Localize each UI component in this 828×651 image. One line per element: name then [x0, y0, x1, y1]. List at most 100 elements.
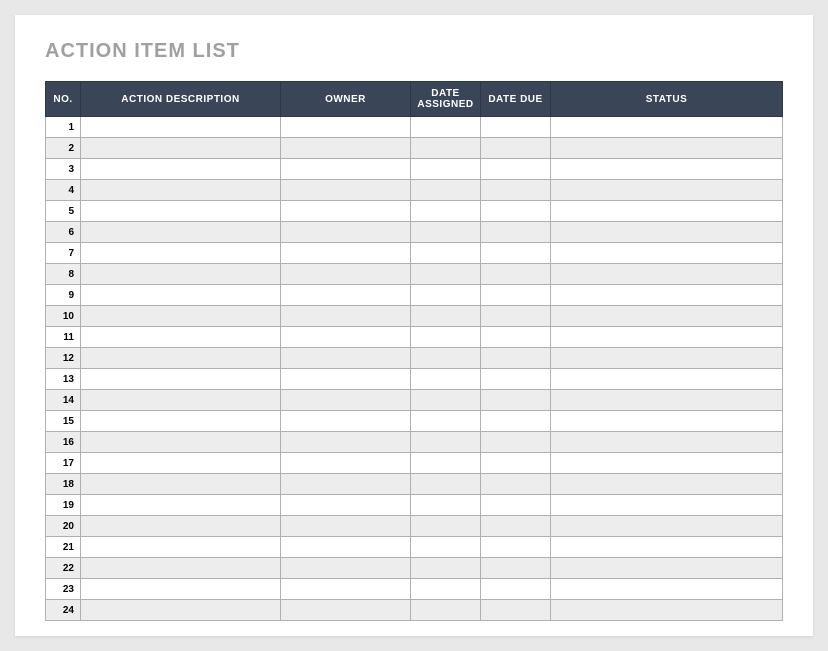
cell-assigned[interactable]: [411, 201, 481, 222]
cell-action[interactable]: [81, 348, 281, 369]
cell-action[interactable]: [81, 558, 281, 579]
cell-no[interactable]: 16: [46, 432, 81, 453]
cell-due[interactable]: [481, 474, 551, 495]
cell-due[interactable]: [481, 537, 551, 558]
cell-assigned[interactable]: [411, 579, 481, 600]
cell-no[interactable]: 4: [46, 180, 81, 201]
cell-owner[interactable]: [281, 390, 411, 411]
cell-assigned[interactable]: [411, 180, 481, 201]
cell-no[interactable]: 23: [46, 579, 81, 600]
cell-due[interactable]: [481, 285, 551, 306]
cell-no[interactable]: 18: [46, 474, 81, 495]
cell-status[interactable]: [551, 243, 783, 264]
cell-owner[interactable]: [281, 201, 411, 222]
cell-no[interactable]: 22: [46, 558, 81, 579]
cell-due[interactable]: [481, 180, 551, 201]
cell-due[interactable]: [481, 306, 551, 327]
cell-assigned[interactable]: [411, 327, 481, 348]
cell-due[interactable]: [481, 348, 551, 369]
cell-due[interactable]: [481, 327, 551, 348]
cell-assigned[interactable]: [411, 138, 481, 159]
cell-owner[interactable]: [281, 411, 411, 432]
cell-no[interactable]: 24: [46, 600, 81, 621]
cell-action[interactable]: [81, 264, 281, 285]
cell-status[interactable]: [551, 369, 783, 390]
cell-status[interactable]: [551, 432, 783, 453]
cell-owner[interactable]: [281, 327, 411, 348]
cell-owner[interactable]: [281, 222, 411, 243]
cell-due[interactable]: [481, 411, 551, 432]
cell-no[interactable]: 10: [46, 306, 81, 327]
cell-due[interactable]: [481, 117, 551, 138]
cell-action[interactable]: [81, 369, 281, 390]
cell-owner[interactable]: [281, 579, 411, 600]
cell-status[interactable]: [551, 201, 783, 222]
cell-status[interactable]: [551, 516, 783, 537]
cell-status[interactable]: [551, 453, 783, 474]
cell-assigned[interactable]: [411, 411, 481, 432]
cell-action[interactable]: [81, 600, 281, 621]
cell-owner[interactable]: [281, 453, 411, 474]
cell-action[interactable]: [81, 432, 281, 453]
cell-assigned[interactable]: [411, 285, 481, 306]
cell-no[interactable]: 1: [46, 117, 81, 138]
cell-assigned[interactable]: [411, 369, 481, 390]
cell-owner[interactable]: [281, 306, 411, 327]
cell-status[interactable]: [551, 348, 783, 369]
cell-status[interactable]: [551, 159, 783, 180]
cell-no[interactable]: 13: [46, 369, 81, 390]
cell-assigned[interactable]: [411, 537, 481, 558]
cell-owner[interactable]: [281, 117, 411, 138]
cell-due[interactable]: [481, 243, 551, 264]
cell-status[interactable]: [551, 495, 783, 516]
cell-assigned[interactable]: [411, 474, 481, 495]
cell-assigned[interactable]: [411, 432, 481, 453]
cell-owner[interactable]: [281, 600, 411, 621]
cell-due[interactable]: [481, 159, 551, 180]
cell-assigned[interactable]: [411, 600, 481, 621]
cell-assigned[interactable]: [411, 159, 481, 180]
cell-action[interactable]: [81, 117, 281, 138]
cell-owner[interactable]: [281, 264, 411, 285]
cell-status[interactable]: [551, 579, 783, 600]
cell-status[interactable]: [551, 180, 783, 201]
cell-status[interactable]: [551, 474, 783, 495]
cell-due[interactable]: [481, 369, 551, 390]
cell-status[interactable]: [551, 138, 783, 159]
cell-no[interactable]: 20: [46, 516, 81, 537]
cell-status[interactable]: [551, 558, 783, 579]
cell-due[interactable]: [481, 222, 551, 243]
cell-due[interactable]: [481, 516, 551, 537]
cell-no[interactable]: 17: [46, 453, 81, 474]
cell-action[interactable]: [81, 222, 281, 243]
cell-status[interactable]: [551, 285, 783, 306]
cell-status[interactable]: [551, 390, 783, 411]
cell-action[interactable]: [81, 537, 281, 558]
cell-action[interactable]: [81, 474, 281, 495]
cell-action[interactable]: [81, 390, 281, 411]
cell-no[interactable]: 3: [46, 159, 81, 180]
cell-due[interactable]: [481, 495, 551, 516]
cell-owner[interactable]: [281, 369, 411, 390]
cell-action[interactable]: [81, 327, 281, 348]
cell-due[interactable]: [481, 432, 551, 453]
cell-action[interactable]: [81, 516, 281, 537]
cell-assigned[interactable]: [411, 558, 481, 579]
cell-no[interactable]: 5: [46, 201, 81, 222]
cell-no[interactable]: 9: [46, 285, 81, 306]
cell-owner[interactable]: [281, 495, 411, 516]
cell-action[interactable]: [81, 453, 281, 474]
cell-assigned[interactable]: [411, 117, 481, 138]
cell-owner[interactable]: [281, 285, 411, 306]
cell-action[interactable]: [81, 243, 281, 264]
cell-due[interactable]: [481, 390, 551, 411]
cell-assigned[interactable]: [411, 390, 481, 411]
cell-due[interactable]: [481, 600, 551, 621]
cell-owner[interactable]: [281, 474, 411, 495]
cell-status[interactable]: [551, 264, 783, 285]
cell-due[interactable]: [481, 558, 551, 579]
cell-no[interactable]: 6: [46, 222, 81, 243]
cell-status[interactable]: [551, 327, 783, 348]
cell-owner[interactable]: [281, 537, 411, 558]
cell-status[interactable]: [551, 537, 783, 558]
